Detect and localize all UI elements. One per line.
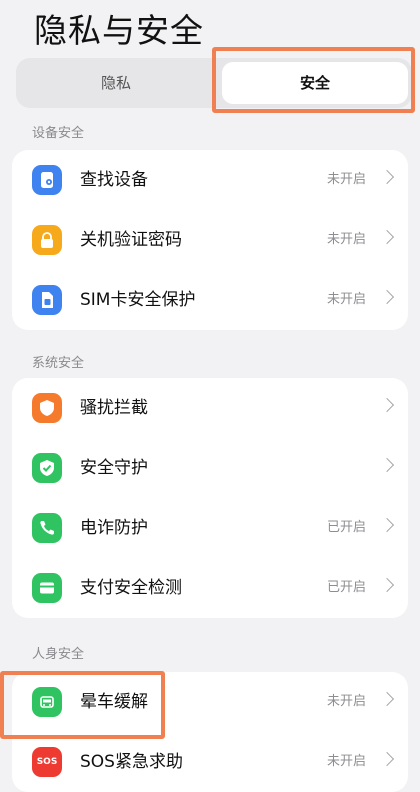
section-header-system-security: 系统安全 <box>32 356 85 371</box>
lock-icon <box>32 225 62 255</box>
harassment-block-label: 骚扰拦截 <box>80 398 148 418</box>
security-guard-label: 安全守护 <box>80 458 148 478</box>
chevron-right-icon <box>379 229 395 245</box>
find-device-icon <box>32 165 62 195</box>
page-title: 隐私与安全 <box>34 11 204 50</box>
chevron-right-icon <box>379 577 395 593</box>
payment-security-label: 支付安全检测 <box>80 578 182 598</box>
fraud-protection-label: 电诈防护 <box>80 518 148 538</box>
security-guard-row[interactable]: 安全守护 <box>12 438 408 498</box>
chevron-right-icon <box>379 169 395 185</box>
chevron-right-icon <box>379 457 395 473</box>
sim-protection-status: 未开启 <box>326 292 366 307</box>
wallet-icon <box>32 573 62 603</box>
device-security-card: 查找设备 未开启 关机验证密码 未开启 SIM卡安全保护 未开启 <box>12 150 408 330</box>
find-device-row[interactable]: 查找设备 未开启 <box>12 150 408 210</box>
chevron-right-icon <box>379 751 395 767</box>
sim-card-icon <box>32 285 62 315</box>
power-off-password-label: 关机验证密码 <box>80 230 182 250</box>
chevron-right-icon <box>379 397 395 413</box>
fraud-protection-row[interactable]: 电诈防护 已开启 <box>12 498 408 558</box>
sim-protection-label: SIM卡安全保护 <box>80 290 196 310</box>
chevron-right-icon <box>379 289 395 305</box>
sos-row[interactable]: SOS SOS紧急求助 未开启 <box>12 732 408 792</box>
highlight-box <box>0 671 165 739</box>
shield-icon <box>32 393 62 423</box>
harassment-block-row[interactable]: 骚扰拦截 <box>12 378 408 438</box>
shield-check-icon <box>32 453 62 483</box>
section-header-device-security: 设备安全 <box>32 126 85 141</box>
highlight-box <box>212 47 415 113</box>
fraud-protection-status: 已开启 <box>326 520 366 535</box>
section-header-personal-safety: 人身安全 <box>32 647 85 662</box>
motion-sickness-status: 未开启 <box>326 694 366 709</box>
power-off-password-status: 未开启 <box>326 232 366 247</box>
find-device-label: 查找设备 <box>80 170 148 190</box>
power-off-password-row[interactable]: 关机验证密码 未开启 <box>12 210 408 270</box>
sos-icon: SOS <box>32 747 62 777</box>
sos-label: SOS紧急求助 <box>80 752 183 772</box>
payment-security-row[interactable]: 支付安全检测 已开启 <box>12 558 408 618</box>
phone-icon <box>32 513 62 543</box>
find-device-status: 未开启 <box>326 172 366 187</box>
sim-protection-row[interactable]: SIM卡安全保护 未开启 <box>12 270 408 330</box>
system-security-card: 骚扰拦截 安全守护 电诈防护 已开启 支付安全检测 已开启 <box>12 378 408 618</box>
payment-security-status: 已开启 <box>326 580 366 595</box>
tab-privacy[interactable]: 隐私 <box>20 62 212 104</box>
sos-status: 未开启 <box>326 754 366 769</box>
chevron-right-icon <box>379 691 395 707</box>
chevron-right-icon <box>379 517 395 533</box>
